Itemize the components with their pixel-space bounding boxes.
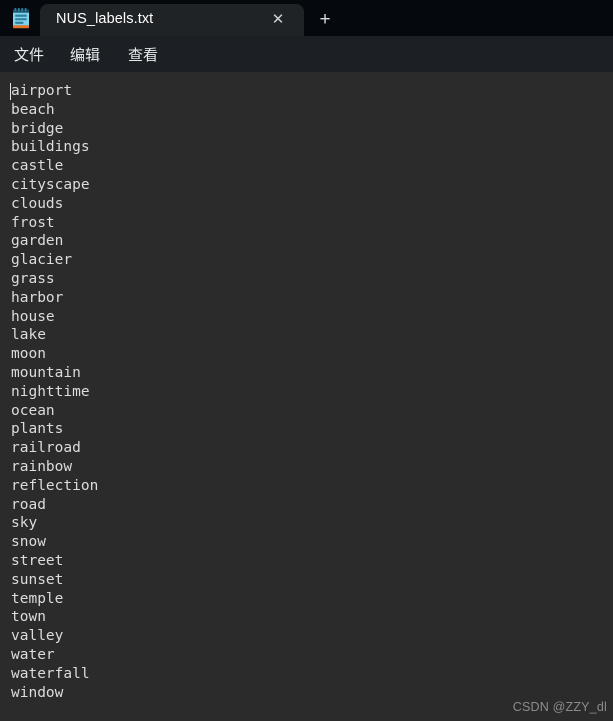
menu-item-view[interactable]: 查看 [128, 44, 158, 65]
menu-item-file[interactable]: 文件 [14, 44, 44, 65]
editor-text[interactable]: airport beach bridge buildings castle ci… [11, 82, 613, 721]
editor-area[interactable]: airport beach bridge buildings castle ci… [0, 72, 613, 721]
close-icon[interactable]: ✕ [269, 11, 287, 29]
watermark-label: CSDN @ZZY_dl [512, 700, 607, 714]
new-tab-icon[interactable]: + [312, 8, 338, 32]
menu-item-edit[interactable]: 编辑 [70, 44, 100, 65]
title-bar: NUS_labels.txt ✕ + [0, 0, 613, 36]
menu-bar: 文件 编辑 查看 [0, 36, 613, 72]
tab-nus-labels[interactable]: NUS_labels.txt ✕ [40, 4, 304, 36]
tab-title: NUS_labels.txt [56, 11, 154, 27]
notepad-icon [11, 8, 31, 29]
